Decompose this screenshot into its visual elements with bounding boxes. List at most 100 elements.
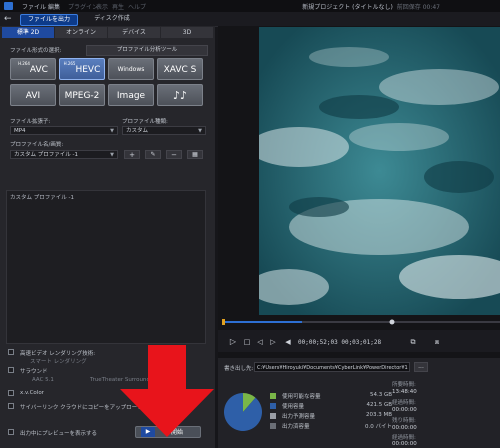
subtab-3d[interactable]: 3D bbox=[161, 27, 213, 38]
save-profile-button[interactable]: ▦ bbox=[187, 150, 203, 159]
chevron-down-icon: ▼ bbox=[110, 152, 114, 158]
legend-output-label: 出力済容量 bbox=[282, 424, 310, 430]
disk-usage-pie bbox=[224, 393, 262, 431]
profile-type-label: プロファイル種類: bbox=[122, 119, 168, 125]
smart-render-label: スマート レンダリング bbox=[30, 359, 87, 365]
stat-value: 00:00:00 bbox=[392, 407, 417, 413]
project-save-status: 前回保存 00:47 bbox=[396, 4, 440, 11]
cloud-upload-checkbox[interactable] bbox=[8, 403, 14, 409]
previous-frame-icon[interactable]: ◁ bbox=[255, 337, 265, 347]
legend-swatch bbox=[270, 423, 276, 429]
profile-description-box bbox=[6, 190, 206, 344]
preview-during-output-label: 出力中にプレビューを表示する bbox=[20, 431, 98, 437]
tab-create-disc[interactable]: ディスク作成 bbox=[84, 14, 140, 24]
profile-name-select[interactable]: カスタム プロファイル -1 ▼ bbox=[10, 150, 118, 159]
legend-used-label: 使用容量 bbox=[282, 404, 305, 410]
subtab-standard-2d[interactable]: 標準 2D bbox=[2, 27, 54, 38]
tab-output-file[interactable]: ファイルを出力 bbox=[20, 14, 78, 26]
legend-swatch bbox=[270, 393, 276, 399]
preview-during-output-checkbox[interactable] bbox=[8, 429, 14, 435]
timeline-start-marker bbox=[222, 319, 225, 325]
menu-edit[interactable]: 編集 bbox=[48, 2, 60, 11]
stat-label: 経過時間: bbox=[392, 435, 416, 441]
add-profile-button[interactable]: + bbox=[124, 150, 140, 159]
output-folder-label: 書き出し先: bbox=[224, 366, 254, 372]
profile-name-value: カスタム プロファイル -1 bbox=[14, 152, 78, 158]
legend-estimated-label: 出力予測容量 bbox=[282, 414, 316, 420]
project-title-text: 新規プロジェクト (タイトルなし) bbox=[302, 4, 393, 11]
menu-bar: ファイル 編集 プラグイン 表示 再生 ヘルプ 新規プロジェクト (タイトルなし… bbox=[0, 0, 500, 12]
profile-analyzer-button[interactable]: プロファイル分析ツール bbox=[86, 45, 208, 56]
format-avc-button[interactable]: H.264AVC bbox=[10, 58, 56, 80]
timeline-slider[interactable] bbox=[222, 318, 500, 326]
file-ext-value: MP4 bbox=[14, 128, 26, 134]
menu-view[interactable]: 表示 bbox=[96, 2, 108, 11]
legend-free-label: 使用可能な容量 bbox=[282, 394, 321, 400]
menu-help[interactable]: ヘルプ bbox=[128, 2, 146, 11]
stop-icon[interactable]: □ bbox=[242, 337, 252, 347]
browse-folder-button[interactable]: ... bbox=[414, 362, 428, 372]
remove-profile-button[interactable]: − bbox=[166, 150, 182, 159]
red-down-arrow-icon bbox=[120, 345, 214, 437]
format-hevc-button[interactable]: H.265HEVC bbox=[59, 58, 105, 80]
format-wmv-button[interactable]: Windows Media bbox=[108, 58, 154, 95]
profile-type-value: カスタム bbox=[126, 128, 149, 134]
format-avc-codec: H.264 bbox=[18, 61, 30, 66]
legend-free: 使用可能な容量 54.3 GB bbox=[270, 392, 392, 400]
legend-output: 出力済容量 0.0 バイト bbox=[270, 422, 392, 430]
file-ext-label: ファイル拡張子: bbox=[10, 119, 51, 125]
legend-swatch bbox=[270, 403, 276, 409]
legend-estimated: 出力予測容量 203.3 MB bbox=[270, 412, 392, 420]
subtab-online[interactable]: オンライン bbox=[55, 27, 107, 38]
format-image-button[interactable]: Image bbox=[108, 84, 154, 106]
edit-profile-button[interactable]: ✎ bbox=[145, 150, 161, 159]
format-avc-label: AVC bbox=[29, 65, 48, 75]
profile-name-label: プロファイル名/画質: bbox=[10, 142, 64, 148]
fullscreen-icon[interactable]: ⧈ bbox=[432, 337, 442, 347]
menu-plugins[interactable]: プラグイン bbox=[68, 2, 98, 11]
surround-checkbox[interactable] bbox=[8, 367, 14, 373]
volume-icon[interactable]: ◀ bbox=[283, 337, 293, 347]
stat-label: 所要時間: bbox=[392, 382, 416, 388]
snapshot-icon[interactable]: ⧉ bbox=[408, 337, 418, 347]
fast-render-label: 高速ビデオ レンダリング技術: bbox=[20, 351, 96, 357]
video-preview bbox=[259, 27, 500, 315]
subtab-device[interactable]: デバイス bbox=[108, 27, 160, 38]
legend-estimated-value: 203.3 MB bbox=[365, 412, 392, 418]
xvcolor-checkbox[interactable] bbox=[8, 390, 14, 396]
stat-value: 00:00:00 bbox=[392, 441, 417, 447]
chevron-down-icon: ▼ bbox=[110, 128, 114, 134]
next-frame-icon[interactable]: ▷ bbox=[268, 337, 278, 347]
stat-label: 残り時間: bbox=[392, 418, 416, 424]
format-mpeg2-button[interactable]: MPEG-2 bbox=[59, 84, 105, 106]
format-label: ファイル形式の選択: bbox=[10, 48, 62, 54]
app-logo-icon bbox=[4, 2, 13, 10]
profile-description-text: カスタム プロファイル -1 bbox=[10, 195, 74, 201]
timeline-playhead bbox=[389, 319, 395, 325]
legend-used-value: 421.5 GB bbox=[366, 402, 392, 408]
menu-file[interactable]: ファイル bbox=[22, 2, 46, 11]
fast-render-checkbox[interactable] bbox=[8, 349, 14, 355]
menu-play[interactable]: 再生 bbox=[112, 2, 124, 11]
legend-output-value: 0.0 バイト bbox=[365, 424, 392, 430]
format-audio-button[interactable]: ♪♪ bbox=[157, 84, 203, 106]
legend-free-value: 54.3 GB bbox=[369, 392, 392, 398]
surround-label: サラウンド bbox=[20, 369, 48, 375]
aac-option-label[interactable]: AAC 5.1 bbox=[32, 377, 54, 383]
xvcolor-label: x.v.Color bbox=[20, 390, 44, 396]
format-avi-button[interactable]: AVI bbox=[10, 84, 56, 106]
stat-value: 00:00:00 bbox=[392, 425, 417, 431]
play-icon[interactable]: ▷ bbox=[228, 337, 238, 347]
format-hevc-codec: H.265 bbox=[63, 61, 76, 66]
stat-label: 経過時間: bbox=[392, 400, 416, 406]
legend-swatch bbox=[270, 413, 276, 419]
legend-used: 使用容量 421.5 GB bbox=[270, 402, 392, 410]
back-arrow-icon[interactable]: ← bbox=[4, 14, 14, 24]
output-folder-input[interactable]: C:¥Users¥Hiroyuki¥Documents¥CyberLink¥Po… bbox=[254, 362, 410, 372]
stat-value: 13:48:40 bbox=[392, 389, 417, 395]
pie-slice-used bbox=[224, 393, 262, 431]
file-ext-select[interactable]: MP4 ▼ bbox=[10, 126, 118, 135]
profile-type-select[interactable]: カスタム ▼ bbox=[122, 126, 206, 135]
format-xavcs-button[interactable]: XAVC S bbox=[157, 58, 203, 80]
chevron-down-icon: ▼ bbox=[198, 128, 202, 134]
